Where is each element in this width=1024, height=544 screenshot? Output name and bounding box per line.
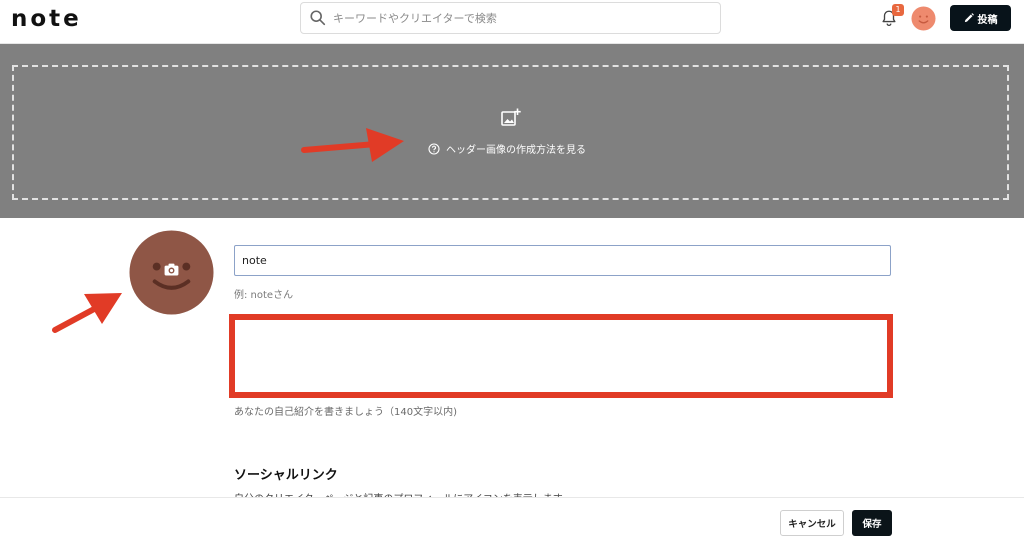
post-button[interactable]: 投稿 bbox=[950, 5, 1011, 31]
pencil-icon bbox=[964, 13, 974, 23]
creator-name-input[interactable] bbox=[234, 245, 891, 276]
note-logo[interactable]: note bbox=[11, 6, 82, 32]
annotation-arrow-avatar bbox=[52, 293, 122, 333]
top-navigation-bar: note 1 投稿 bbox=[0, 0, 1024, 44]
search-icon bbox=[310, 10, 326, 26]
header-help-link[interactable]: ヘッダー画像の作成方法を見る bbox=[428, 141, 586, 156]
creator-name-hint: 例: noteさん bbox=[234, 290, 294, 301]
question-circle-icon bbox=[428, 142, 440, 155]
search-input[interactable] bbox=[333, 4, 713, 32]
add-image-icon[interactable] bbox=[500, 107, 522, 129]
bio-highlight-frame bbox=[229, 314, 893, 398]
bottom-action-bar: キャンセル 保存 bbox=[0, 497, 1024, 544]
post-button-label: 投稿 bbox=[977, 14, 998, 26]
bio-textarea[interactable] bbox=[235, 320, 887, 392]
search-box[interactable] bbox=[300, 2, 721, 34]
user-avatar[interactable] bbox=[911, 6, 936, 31]
annotation-arrow-header bbox=[301, 128, 404, 162]
save-button[interactable]: 保存 bbox=[852, 510, 892, 536]
header-image-dropzone[interactable] bbox=[12, 65, 1009, 200]
bio-hint: あなたの自己紹介を書きましょう（140文字以内) bbox=[234, 407, 457, 418]
header-help-text: ヘッダー画像の作成方法を見る bbox=[446, 145, 586, 156]
social-links-title: ソーシャルリンク bbox=[234, 468, 338, 483]
cancel-button[interactable]: キャンセル bbox=[780, 510, 844, 536]
profile-avatar[interactable] bbox=[129, 230, 214, 315]
header-image-area: ヘッダー画像の作成方法を見る bbox=[0, 44, 1024, 218]
notification-count-badge: 1 bbox=[892, 4, 904, 16]
